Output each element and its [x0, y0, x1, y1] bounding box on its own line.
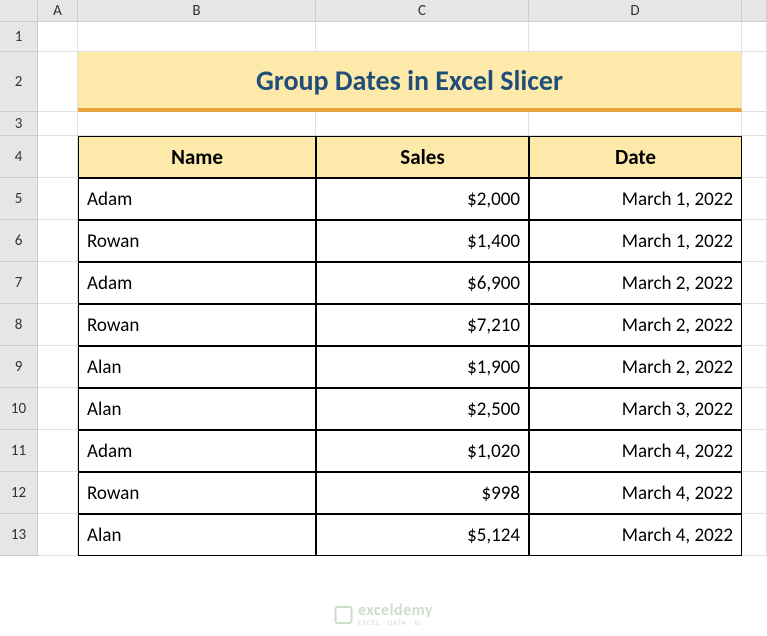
col-header-B[interactable]: B [78, 0, 316, 22]
watermark-icon [334, 606, 352, 624]
row-header-2[interactable]: 2 [0, 52, 38, 112]
cell-date[interactable]: March 4, 2022 [529, 430, 742, 472]
row-header-9[interactable]: 9 [0, 346, 38, 388]
row-header-6[interactable]: 6 [0, 220, 38, 262]
col-header-D[interactable]: D [529, 0, 742, 22]
cell-date[interactable]: March 2, 2022 [529, 262, 742, 304]
cell-sales[interactable]: $998 [316, 472, 529, 514]
row-header-3[interactable]: 3 [0, 112, 38, 136]
page-title[interactable]: Group Dates in Excel Slicer [78, 52, 742, 112]
cell-sales[interactable]: $2,000 [316, 178, 529, 220]
cell-date[interactable]: March 3, 2022 [529, 388, 742, 430]
cell-name[interactable]: Adam [78, 178, 316, 220]
col-header-C[interactable]: C [316, 0, 529, 22]
cell-A6[interactable] [38, 220, 78, 262]
cell-A5[interactable] [38, 178, 78, 220]
cell-A8[interactable] [38, 304, 78, 346]
col-header-overflow [742, 0, 767, 22]
cell-overflow-1[interactable] [742, 22, 767, 52]
row-header-11[interactable]: 11 [0, 430, 38, 472]
cell-overflow-5[interactable] [742, 178, 767, 220]
cell-A1[interactable] [38, 22, 78, 52]
cell-name[interactable]: Rowan [78, 220, 316, 262]
table-header-name[interactable]: Name [78, 136, 316, 178]
cell-overflow-10[interactable] [742, 388, 767, 430]
cell-date[interactable]: March 2, 2022 [529, 346, 742, 388]
row-header-4[interactable]: 4 [0, 136, 38, 178]
cell-name[interactable]: Alan [78, 388, 316, 430]
table-header-date[interactable]: Date [529, 136, 742, 178]
cell-date[interactable]: March 4, 2022 [529, 514, 742, 556]
row-header-1[interactable]: 1 [0, 22, 38, 52]
cell-C1[interactable] [316, 22, 529, 52]
spreadsheet-grid: A B C D 1 2 Group Dates in Excel Slicer … [0, 0, 767, 556]
cell-overflow-11[interactable] [742, 430, 767, 472]
row-header-5[interactable]: 5 [0, 178, 38, 220]
cell-A9[interactable] [38, 346, 78, 388]
col-header-A[interactable]: A [38, 0, 78, 22]
table-header-sales[interactable]: Sales [316, 136, 529, 178]
row-header-12[interactable]: 12 [0, 472, 38, 514]
cell-name[interactable]: Adam [78, 262, 316, 304]
cell-name[interactable]: Alan [78, 514, 316, 556]
cell-A13[interactable] [38, 514, 78, 556]
cell-overflow-9[interactable] [742, 346, 767, 388]
cell-overflow-6[interactable] [742, 220, 767, 262]
select-all-corner[interactable] [0, 0, 38, 22]
cell-A2[interactable] [38, 52, 78, 112]
cell-date[interactable]: March 1, 2022 [529, 178, 742, 220]
cell-C3[interactable] [316, 112, 529, 136]
cell-name[interactable]: Adam [78, 430, 316, 472]
row-header-7[interactable]: 7 [0, 262, 38, 304]
cell-overflow-4[interactable] [742, 136, 767, 178]
cell-A3[interactable] [38, 112, 78, 136]
row-header-13[interactable]: 13 [0, 514, 38, 556]
cell-date[interactable]: March 1, 2022 [529, 220, 742, 262]
cell-sales[interactable]: $1,900 [316, 346, 529, 388]
cell-overflow-13[interactable] [742, 514, 767, 556]
watermark-tag: EXCEL · DATA · BI [358, 619, 433, 626]
cell-sales[interactable]: $1,400 [316, 220, 529, 262]
cell-A11[interactable] [38, 430, 78, 472]
cell-overflow-2[interactable] [742, 52, 767, 112]
cell-overflow-7[interactable] [742, 262, 767, 304]
cell-overflow-12[interactable] [742, 472, 767, 514]
cell-name[interactable]: Rowan [78, 472, 316, 514]
cell-B3[interactable] [78, 112, 316, 136]
cell-overflow-3[interactable] [742, 112, 767, 136]
cell-overflow-8[interactable] [742, 304, 767, 346]
cell-sales[interactable]: $7,210 [316, 304, 529, 346]
cell-sales[interactable]: $6,900 [316, 262, 529, 304]
row-header-10[interactable]: 10 [0, 388, 38, 430]
cell-A12[interactable] [38, 472, 78, 514]
cell-date[interactable]: March 2, 2022 [529, 304, 742, 346]
cell-sales[interactable]: $5,124 [316, 514, 529, 556]
cell-B1[interactable] [78, 22, 316, 52]
cell-D3[interactable] [529, 112, 742, 136]
cell-D1[interactable] [529, 22, 742, 52]
cell-sales[interactable]: $1,020 [316, 430, 529, 472]
watermark: exceldemy EXCEL · DATA · BI [334, 603, 433, 626]
cell-A10[interactable] [38, 388, 78, 430]
cell-A4[interactable] [38, 136, 78, 178]
cell-name[interactable]: Rowan [78, 304, 316, 346]
watermark-name: exceldemy [358, 603, 433, 619]
row-header-8[interactable]: 8 [0, 304, 38, 346]
cell-sales[interactable]: $2,500 [316, 388, 529, 430]
cell-date[interactable]: March 4, 2022 [529, 472, 742, 514]
cell-A7[interactable] [38, 262, 78, 304]
cell-name[interactable]: Alan [78, 346, 316, 388]
